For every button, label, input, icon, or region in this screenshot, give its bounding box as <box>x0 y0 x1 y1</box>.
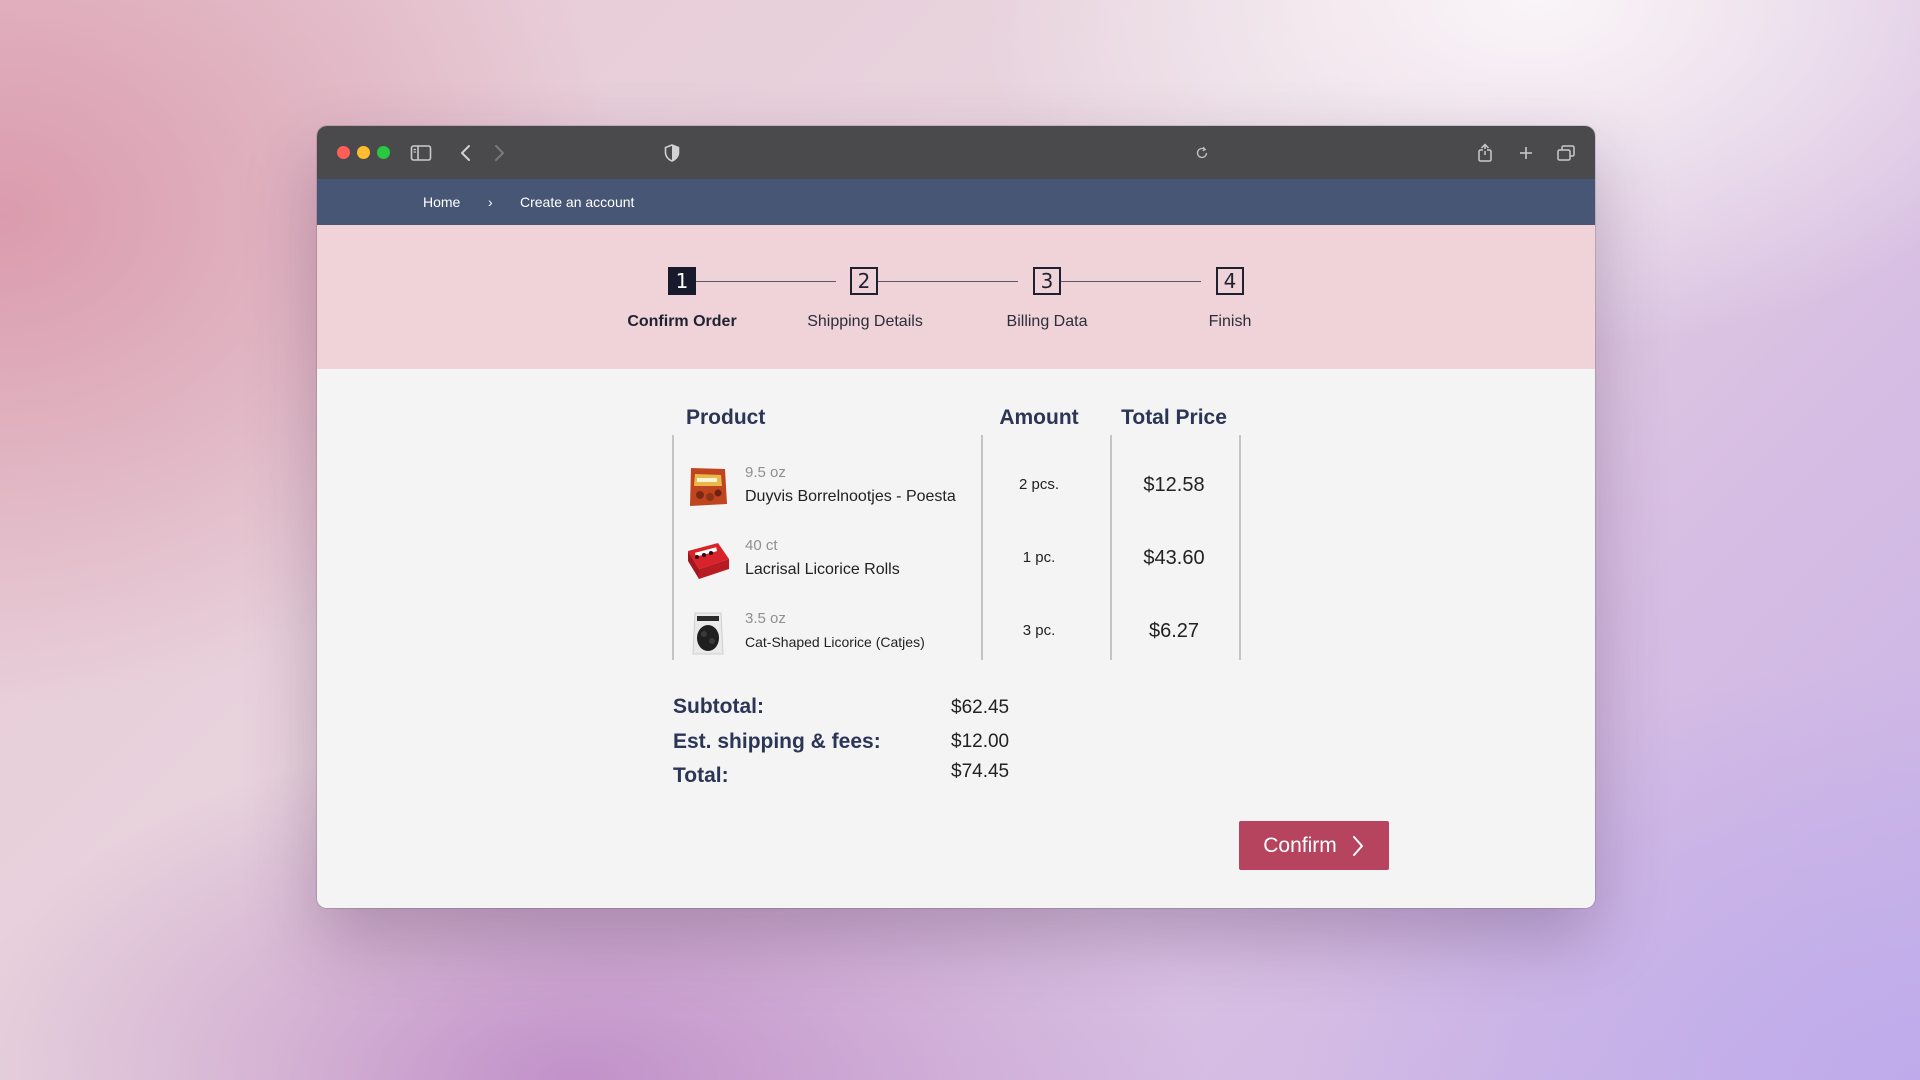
snack-bag-icon <box>685 464 731 510</box>
product-column-header: Product <box>686 406 766 429</box>
licorice-bag-icon <box>685 610 731 656</box>
product-price: $6.27 <box>1148 620 1200 642</box>
product-name: Duyvis Borrelnootjes - Poesta <box>745 488 956 505</box>
back-icon[interactable] <box>452 139 480 167</box>
confirm-button[interactable]: Confirm <box>1239 821 1389 870</box>
licorice-box-icon <box>685 537 731 583</box>
product-thumbnail <box>685 464 731 510</box>
step-4-label: Finish <box>1208 313 1252 330</box>
product-amount: 1 pc. <box>1022 549 1056 566</box>
table-row[interactable]: 9.5 oz Duyvis Borrelnootjes - Poesta 2 p… <box>317 464 1595 524</box>
product-amount: 3 pc. <box>1022 622 1056 639</box>
confirm-button-label: Confirm <box>1263 833 1337 857</box>
step-connector <box>696 281 836 282</box>
tab-overview-icon[interactable] <box>1552 139 1580 167</box>
breadcrumb-home-link[interactable]: Home <box>423 194 460 210</box>
product-name: Cat-Shaped Licorice (Catjes) <box>745 634 925 650</box>
product-size: 40 ct <box>745 537 778 554</box>
minimize-window-button[interactable] <box>357 146 370 159</box>
product-amount: 2 pcs. <box>1018 476 1060 493</box>
amount-column-header: Amount <box>999 406 1079 429</box>
product-price: $12.58 <box>1143 474 1205 496</box>
breadcrumb: Home › Create an account <box>317 179 1595 225</box>
total-value: $74.45 <box>951 761 1010 782</box>
breadcrumb-separator-icon: › <box>488 194 493 210</box>
step-2-label: Shipping Details <box>807 313 923 330</box>
product-price: $43.60 <box>1143 547 1205 569</box>
zoom-window-button[interactable] <box>377 146 390 159</box>
step-connector <box>1061 281 1201 282</box>
browser-toolbar <box>317 126 1595 179</box>
table-row[interactable]: 40 ct Lacrisal Licorice Rolls 1 pc. $43.… <box>317 537 1595 597</box>
product-name: Lacrisal Licorice Rolls <box>745 561 900 578</box>
shipping-label: Est. shipping & fees: <box>673 730 881 753</box>
sidebar-toggle-icon[interactable] <box>407 139 435 167</box>
reload-icon[interactable] <box>1188 139 1216 167</box>
new-tab-icon[interactable] <box>1512 139 1540 167</box>
chevron-right-icon <box>1351 834 1365 858</box>
checkout-stepper: 1 2 3 4 Confirm Order Shipping Details B… <box>317 225 1595 369</box>
forward-icon[interactable] <box>485 139 513 167</box>
step-4-badge[interactable]: 4 <box>1216 267 1244 295</box>
product-size: 3.5 oz <box>745 610 786 627</box>
table-row[interactable]: 3.5 oz Cat-Shaped Licorice (Catjes) 3 pc… <box>317 610 1595 670</box>
close-window-button[interactable] <box>337 146 350 159</box>
step-connector <box>878 281 1018 282</box>
shipping-value: $12.00 <box>951 731 1010 752</box>
step-3-badge[interactable]: 3 <box>1033 267 1061 295</box>
total-price-column-header: Total Price <box>1121 406 1227 429</box>
step-1-badge[interactable]: 1 <box>668 267 696 295</box>
product-size: 9.5 oz <box>745 464 786 481</box>
product-thumbnail <box>685 610 731 656</box>
subtotal-value: $62.45 <box>951 697 1010 718</box>
step-1-label: Confirm Order <box>627 313 737 330</box>
subtotal-label: Subtotal: <box>673 695 764 718</box>
breadcrumb-current: Create an account <box>520 194 635 210</box>
order-summary: Product Amount Total Price 9.5 oz Duyvis… <box>317 369 1595 908</box>
share-icon[interactable] <box>1471 139 1499 167</box>
product-thumbnail <box>685 537 731 583</box>
browser-window: Home › Create an account 1 2 3 4 Confirm… <box>317 126 1595 908</box>
step-2-badge[interactable]: 2 <box>850 267 878 295</box>
step-3-label: Billing Data <box>1006 313 1088 330</box>
privacy-shield-icon[interactable] <box>658 139 686 167</box>
total-label: Total: <box>673 764 729 787</box>
